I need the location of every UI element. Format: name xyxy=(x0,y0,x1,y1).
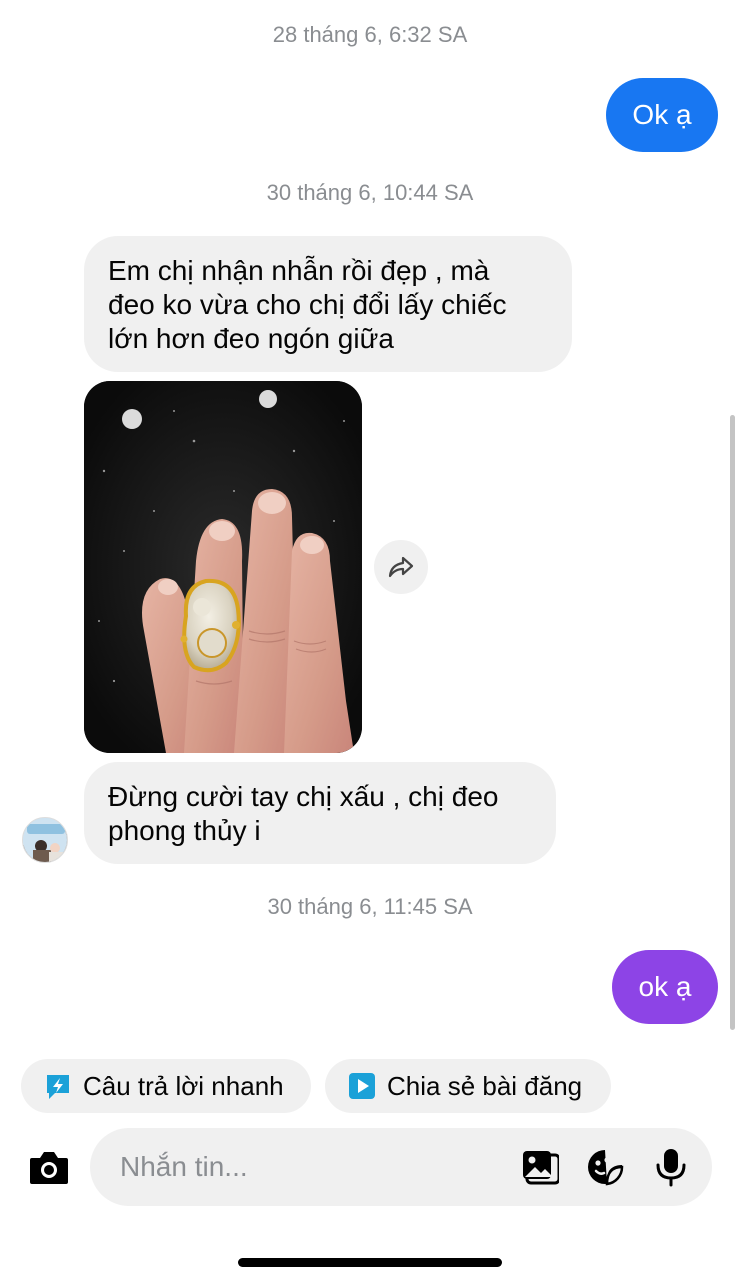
camera-icon xyxy=(30,1152,68,1184)
share-post-chip[interactable]: Chia sẻ bài đăng xyxy=(325,1059,611,1113)
incoming-message-bubble[interactable]: Em chị nhận nhẫn rồi đẹp , mà đeo ko vừa… xyxy=(84,236,572,372)
sticker-button[interactable] xyxy=(582,1144,628,1190)
scrollbar[interactable] xyxy=(730,415,735,1030)
quick-reply-label: Câu trả lời nhanh xyxy=(83,1070,284,1101)
home-indicator xyxy=(238,1258,502,1267)
incoming-message-bubble[interactable]: Đừng cười tay chị xấu , chị đeo phong th… xyxy=(84,762,556,864)
sticker-icon xyxy=(588,1150,624,1186)
gallery-icon xyxy=(523,1151,559,1185)
outgoing-message-bubble[interactable]: Ok ạ xyxy=(606,78,718,152)
microphone-icon xyxy=(656,1149,686,1187)
play-video-icon xyxy=(347,1071,377,1101)
lightning-bubble-icon xyxy=(43,1071,73,1101)
forward-icon xyxy=(388,556,414,578)
message-text: Ok ạ xyxy=(632,99,692,130)
ring-hand-photo xyxy=(84,381,362,753)
avatar[interactable] xyxy=(22,817,68,863)
message-line: lớn hơn đeo ngón giữa xyxy=(108,323,394,354)
message-line: Em chị nhận nhẫn rồi đẹp , mà xyxy=(108,255,490,286)
timestamp: 28 tháng 6, 6:32 SA xyxy=(272,22,468,47)
message-text: ok ạ xyxy=(638,971,692,1002)
timestamp: 30 tháng 6, 10:44 SA xyxy=(266,180,474,205)
quick-reply-chip[interactable]: Câu trả lời nhanh xyxy=(21,1059,311,1113)
message-line: Đừng cười tay chị xấu , chị đeo xyxy=(108,781,499,812)
microphone-button[interactable] xyxy=(648,1144,694,1190)
outgoing-message-bubble[interactable]: ok ạ xyxy=(612,950,718,1024)
message-line: đeo ko vừa cho chị đổi lấy chiếc xyxy=(108,289,507,320)
message-composer[interactable] xyxy=(90,1128,712,1206)
message-input[interactable] xyxy=(120,1128,500,1206)
avatar-image xyxy=(23,818,67,862)
timestamp: 30 tháng 6, 11:45 SA xyxy=(267,894,473,919)
message-line: phong thủy i xyxy=(108,815,261,846)
share-post-label: Chia sẻ bài đăng xyxy=(387,1070,583,1101)
camera-button[interactable] xyxy=(26,1144,72,1190)
gallery-button[interactable] xyxy=(516,1144,562,1190)
forward-button[interactable] xyxy=(374,540,428,594)
photo-message[interactable] xyxy=(84,381,362,753)
